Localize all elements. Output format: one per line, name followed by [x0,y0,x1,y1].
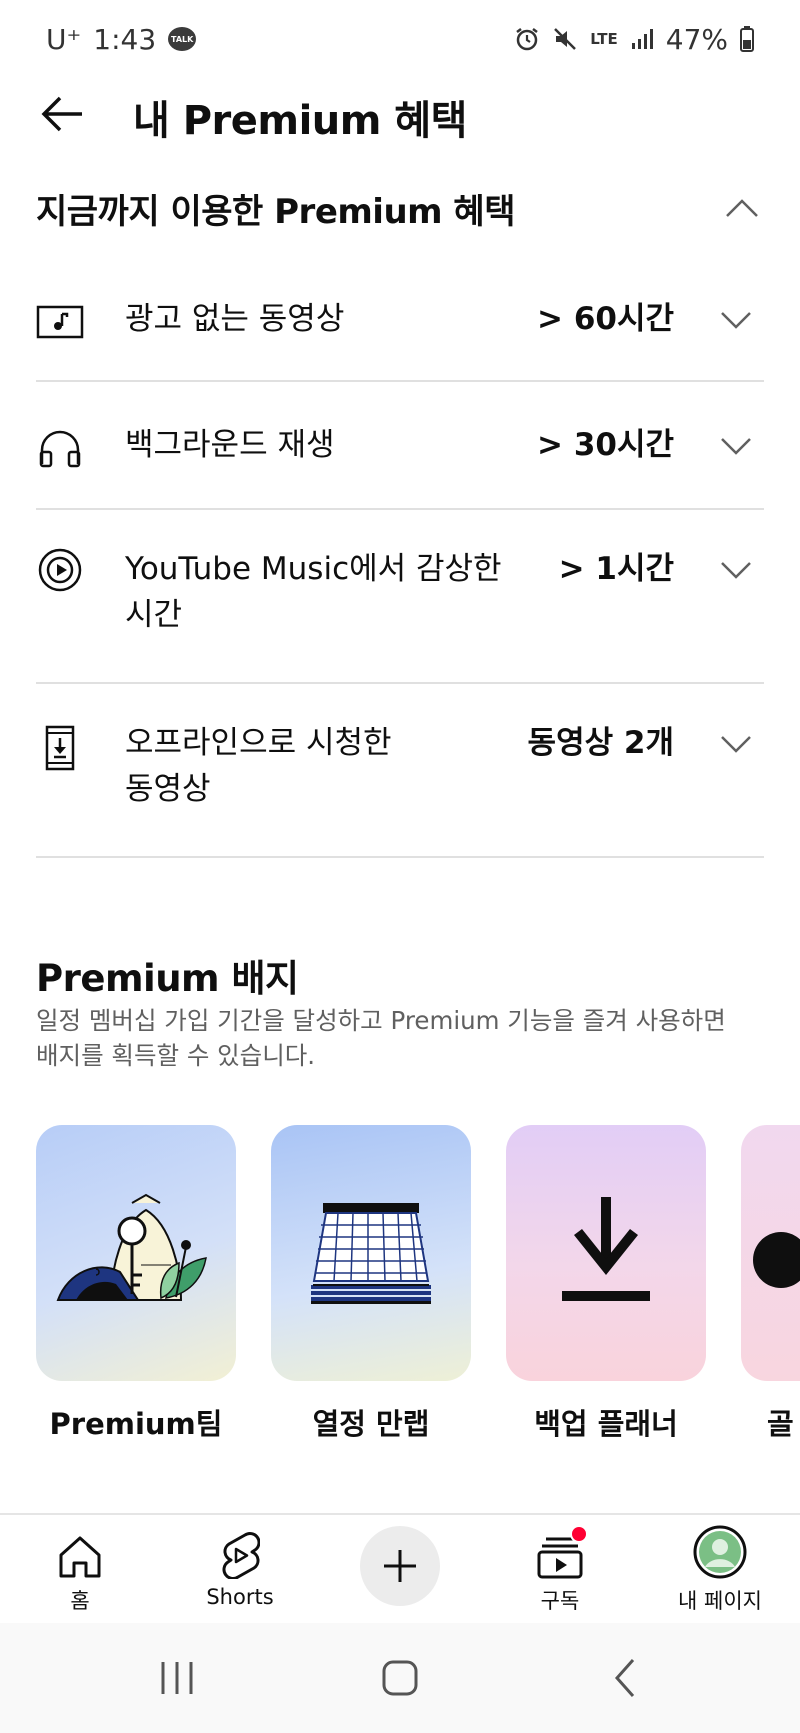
chevron-down-icon[interactable] [716,300,756,340]
download-arrow-icon [562,1197,650,1301]
badges-description-line2: 배지를 획득할 수 있습니다. [36,1041,316,1070]
nav-shorts[interactable]: Shorts [190,1515,290,1625]
avatar [693,1515,747,1579]
chevron-down-icon[interactable] [716,550,756,590]
calendar-illustration-icon [311,1203,431,1304]
kakaotalk-notification-icon: TALK [168,27,197,51]
network-type: LTE [590,30,618,48]
notification-dot [570,1525,588,1543]
video-icon [36,298,84,346]
nav-label: 홈 [70,1589,90,1613]
badge-name: Premium팀 [49,1407,223,1441]
home-square-icon [382,1660,418,1696]
partial-badge-icon [753,1232,800,1288]
benefit-row-offline[interactable]: 오프라인으로 시청한 동영상 동영상 2개 [36,684,764,858]
headphones-icon [36,424,84,472]
back-chevron-icon [614,1659,635,1697]
chevron-up-icon [726,199,758,217]
status-right: LTE 47% [514,23,754,56]
system-navigation-bar [0,1623,800,1733]
benefits-section-header[interactable]: 지금까지 이용한 Premium 혜택 [36,178,764,238]
bottom-nav: 홈 Shorts 구독 내 페이지 [0,1513,800,1623]
badge-card-partial[interactable]: 골 [741,1125,800,1443]
benefits-section-title: 지금까지 이용한 Premium 혜택 [36,191,516,232]
clock: 1:43 [93,22,157,56]
mute-icon [554,28,577,50]
home-system-button[interactable] [370,1653,430,1703]
benefit-value: 동영상 2개 [527,725,674,761]
benefit-label-line2: 동영상 [125,771,211,807]
home-icon [56,1515,104,1579]
chevron-down-icon[interactable] [716,724,756,764]
benefit-row-ad-free[interactable]: 광고 없는 동영상 > 60시간 [36,258,764,382]
benefit-label-line2: 시간 [125,597,183,633]
youtube-music-icon [36,546,84,594]
benefit-label-line1: 오프라인으로 시청한 [125,725,392,761]
collapse-button[interactable] [712,183,772,233]
status-left: U⁺ 1:43 TALK [46,22,197,56]
nav-label: 구독 [540,1589,580,1613]
chevron-down-icon[interactable] [716,426,756,466]
benefit-row-background-play[interactable]: 백그라운드 재생 > 30시간 [36,382,764,510]
recent-apps-button[interactable] [147,1653,207,1703]
badge-card-passion[interactable]: 열정 만랩 [271,1125,471,1443]
plus-icon [384,1550,416,1582]
battery-percent: 47% [665,22,728,56]
page-title: 내 Premium 혜택 [133,98,467,144]
key-illustration-icon [56,1193,207,1301]
nav-label: Shorts [206,1585,274,1609]
badge-tile [506,1125,706,1381]
battery-icon [740,26,754,52]
badge-tile [741,1125,800,1381]
badge-card-premium-team[interactable]: Premium팀 [36,1125,236,1443]
benefit-label: 광고 없는 동영상 [125,301,345,337]
badge-tile [271,1125,471,1381]
badge-card-backup-planner[interactable]: 백업 플래너 [506,1125,706,1443]
badge-carousel[interactable]: Premium팀 열정 만랩 백업 플래너 골 [36,1125,800,1445]
badges-description: 일정 멤버십 가입 기간을 달성하고 Premium 기능을 즐겨 사용하면 배… [36,1003,736,1073]
create-button[interactable] [360,1526,440,1606]
nav-subscriptions[interactable]: 구독 [520,1515,600,1625]
badges-section-title: Premium 배지 [36,957,299,1000]
benefit-row-youtube-music[interactable]: YouTube Music에서 감상한 시간 > 1시간 [36,510,764,684]
app-header: 내 Premium 혜택 [0,78,800,150]
status-bar: U⁺ 1:43 TALK LTE 47% [0,0,800,78]
badge-name: 백업 플래너 [534,1407,678,1441]
benefit-label-line1: YouTube Music에서 감상한 [125,551,502,587]
offline-download-icon [36,724,84,772]
system-back-button[interactable] [595,1653,655,1703]
recent-apps-icon [161,1662,193,1694]
benefit-list: 광고 없는 동영상 > 60시간 백그라운드 재생 > 30시간 YouTube… [36,258,764,858]
signal-icon [631,29,653,49]
badge-name: 열정 만랩 [312,1407,430,1441]
back-arrow-icon [41,96,82,132]
nav-label: 내 페이지 [678,1589,762,1613]
benefit-value: > 60시간 [537,301,674,337]
back-button[interactable] [36,92,88,136]
benefit-label: 백그라운드 재생 [125,427,335,463]
nav-home[interactable]: 홈 [40,1515,120,1625]
alarm-icon [516,28,538,51]
benefit-value: > 30시간 [537,427,674,463]
badge-tile [36,1125,236,1381]
benefit-value: > 1시간 [558,551,674,587]
subscriptions-icon [536,1515,588,1579]
shorts-icon [220,1515,260,1579]
badge-name: 골 [767,1407,794,1441]
talk-badge-text: TALK [171,34,194,44]
nav-my-page[interactable]: 내 페이지 [670,1515,770,1625]
badges-description-line1: 일정 멤버십 가입 기간을 달성하고 Premium 기능을 즐겨 사용하면 [36,1006,726,1035]
carrier-label: U⁺ [46,22,82,56]
